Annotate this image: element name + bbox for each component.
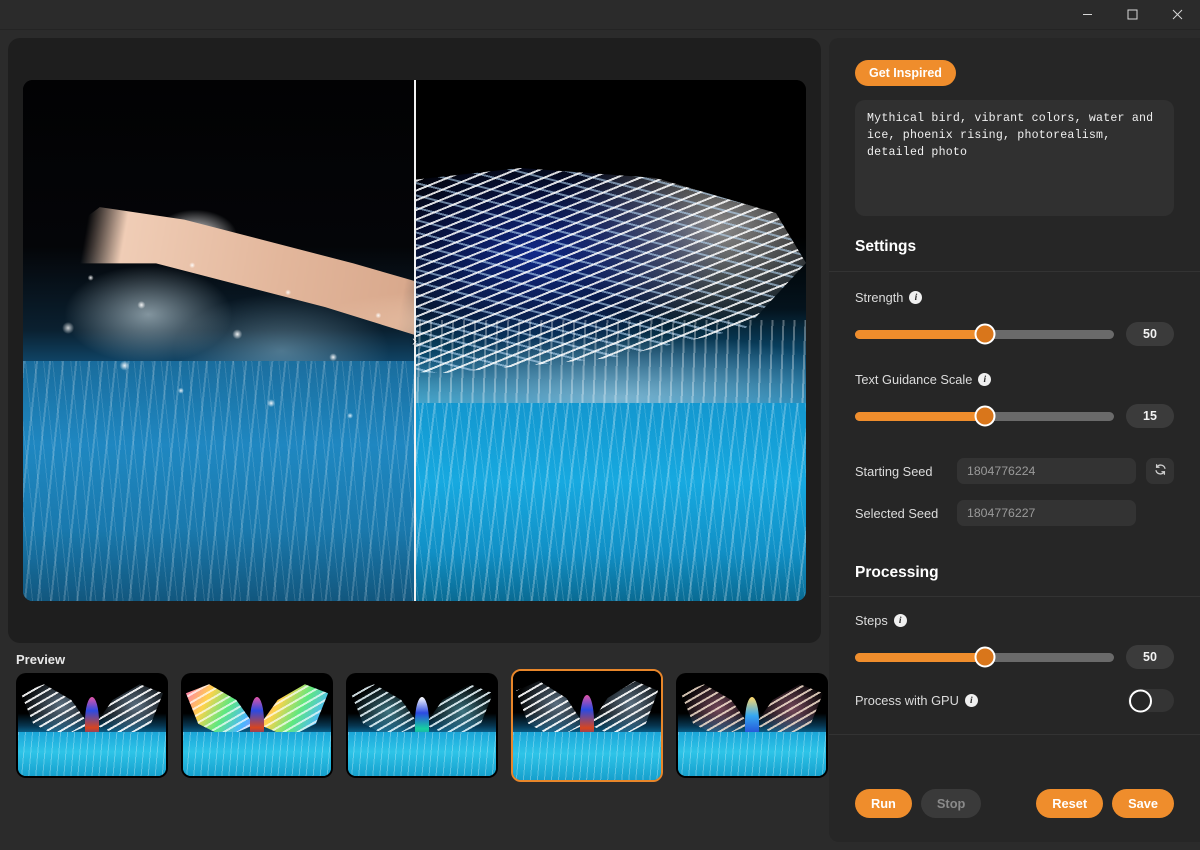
divider-line <box>829 734 1200 735</box>
info-icon[interactable]: i <box>978 373 991 386</box>
settings-panel: Get Inspired Settings Strength i 50 <box>829 38 1200 842</box>
minimize-button[interactable] <box>1065 0 1110 29</box>
prompt-input[interactable] <box>855 100 1174 216</box>
preview-label: Preview <box>8 643 821 673</box>
steps-value: 50 <box>1126 645 1174 669</box>
action-buttons: Run Stop Reset Save <box>829 789 1200 818</box>
save-button[interactable]: Save <box>1112 789 1174 818</box>
strength-slider[interactable] <box>855 330 1114 339</box>
chevron-right-icon: › <box>412 333 417 348</box>
text-guidance-label-row: Text Guidance Scale i <box>855 372 1174 387</box>
info-icon[interactable]: i <box>965 694 978 707</box>
strength-label-row: Strength i <box>855 290 1174 305</box>
text-guidance-slider-row: 15 <box>855 404 1174 428</box>
preview-thumbnail[interactable] <box>181 673 333 778</box>
settings-section: Strength i 50 Text Guidance Scale i <box>829 272 1200 596</box>
thumbnail-image <box>678 675 826 776</box>
text-guidance-slider[interactable] <box>855 412 1114 421</box>
text-guidance-value: 15 <box>1126 404 1174 428</box>
gpu-toggle-row: Process with GPU i <box>855 689 1174 712</box>
steps-label: Steps <box>855 613 888 628</box>
info-icon[interactable]: i <box>909 291 922 304</box>
app-window: › Preview <box>0 0 1200 850</box>
processing-heading: Processing <box>855 564 1174 582</box>
starting-seed-input[interactable] <box>957 458 1136 484</box>
main-content: › Preview <box>0 30 1200 850</box>
before-after-comparison[interactable]: › <box>23 80 806 601</box>
gpu-toggle[interactable] <box>1128 689 1174 712</box>
close-button[interactable] <box>1155 0 1200 29</box>
get-inspired-button[interactable]: Get Inspired <box>855 60 956 86</box>
text-guidance-label: Text Guidance Scale <box>855 372 972 387</box>
info-icon[interactable]: i <box>894 614 907 627</box>
strength-slider-row: 50 <box>855 322 1174 346</box>
left-column: › Preview <box>0 30 829 850</box>
gpu-label-row: Process with GPU i <box>855 693 978 708</box>
starting-seed-label: Starting Seed <box>855 464 947 479</box>
close-icon <box>1172 9 1183 20</box>
steps-slider[interactable] <box>855 653 1114 662</box>
maximize-button[interactable] <box>1110 0 1155 29</box>
gpu-label: Process with GPU <box>855 693 959 708</box>
image-viewer-card: › <box>8 38 821 643</box>
thumbnail-image <box>513 671 661 780</box>
title-bar <box>0 0 1200 30</box>
gpu-toggle-knob <box>1129 689 1152 712</box>
run-button[interactable]: Run <box>855 789 912 818</box>
steps-label-row: Steps i <box>855 613 1174 628</box>
thumbnail-image <box>348 675 496 776</box>
strength-value: 50 <box>1126 322 1174 346</box>
steps-slider-row: 50 <box>855 645 1174 669</box>
minimize-icon <box>1082 9 1093 20</box>
prompt-section: Get Inspired Settings <box>829 38 1200 271</box>
selected-seed-input[interactable] <box>957 500 1136 526</box>
preview-thumbnail[interactable] <box>676 673 828 778</box>
text-guidance-slider-knob[interactable] <box>974 406 995 427</box>
preview-thumbnail-selected[interactable] <box>511 669 663 782</box>
reset-button[interactable]: Reset <box>1036 789 1103 818</box>
strength-label: Strength <box>855 290 903 305</box>
stop-button[interactable]: Stop <box>921 789 981 818</box>
preview-thumbnail-strip <box>8 673 821 782</box>
maximize-icon <box>1127 9 1138 20</box>
starting-seed-row: Starting Seed <box>855 458 1174 484</box>
selected-seed-row: Selected Seed <box>855 500 1174 526</box>
preview-thumbnail[interactable] <box>16 673 168 778</box>
thumbnail-image <box>183 675 331 776</box>
preview-thumbnail[interactable] <box>346 673 498 778</box>
strength-slider-knob[interactable] <box>974 324 995 345</box>
refresh-icon <box>1154 463 1167 479</box>
steps-slider-knob[interactable] <box>974 647 995 668</box>
regenerate-seed-button[interactable] <box>1146 458 1174 484</box>
processing-section: Steps i 50 Process with GPU i <box>829 597 1200 712</box>
comparison-divider-handle[interactable]: › <box>414 80 416 601</box>
selected-seed-label: Selected Seed <box>855 506 947 521</box>
settings-heading: Settings <box>855 238 1174 256</box>
thumbnail-image <box>18 675 166 776</box>
